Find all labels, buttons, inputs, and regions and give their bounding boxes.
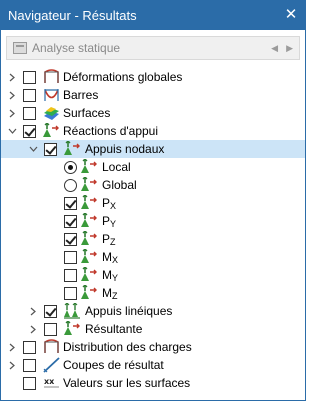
tree-item-deformations[interactable]: Déformations globales [1, 68, 305, 86]
tree-item-label: Déformations globales [63, 70, 183, 84]
checkbox[interactable] [44, 323, 57, 336]
tree-item-label: MY [102, 268, 119, 283]
tree-item-local[interactable]: Local [1, 158, 305, 176]
tree-item-label: Surfaces [63, 106, 111, 120]
tree-item-valeurs[interactable]: xx Valeurs sur les surfaces [1, 374, 305, 392]
expand-arrow-icon[interactable] [7, 86, 17, 104]
tree-item-py[interactable]: PY [1, 212, 305, 230]
window-title: Navigateur - Résultats [8, 8, 137, 23]
title-bar: Navigateur - Résultats ✕ [1, 1, 305, 30]
surfaces-icon [43, 105, 60, 121]
tree-item-my[interactable]: MY [1, 266, 305, 284]
local-axes-icon [81, 159, 98, 175]
checkbox[interactable] [23, 89, 36, 102]
tree-item-label: Valeurs sur les surfaces [63, 376, 191, 390]
result-section-icon [43, 357, 60, 373]
checkbox[interactable] [23, 359, 36, 372]
next-arrow-icon[interactable]: ▶ [286, 43, 293, 54]
checkbox[interactable] [23, 71, 36, 84]
tree-item-label: Résultante [85, 322, 143, 336]
tree-item-pz[interactable]: PZ [1, 230, 305, 248]
tree-item-label: PZ [102, 232, 116, 247]
tree-item-label: Distribution des charges [63, 340, 192, 354]
previous-arrow-icon[interactable]: ◀ [271, 43, 278, 54]
force-z-icon [81, 231, 98, 247]
analysis-type-select[interactable]: Analyse statique ◀ ▶ [6, 36, 300, 60]
collapse-arrow-icon[interactable] [28, 140, 38, 158]
expand-arrow-icon[interactable] [28, 302, 38, 320]
expand-arrow-icon[interactable] [7, 104, 17, 122]
tree-item-label: Local [102, 160, 131, 174]
force-y-icon [81, 213, 98, 229]
analysis-type-value: Analyse statique [32, 41, 121, 55]
tree-item-appuis-nodaux[interactable]: Appuis nodaux [1, 140, 305, 158]
surface-values-icon: xx [43, 375, 60, 391]
analysis-icon [13, 42, 27, 54]
checkbox[interactable] [64, 287, 77, 300]
tree-item-label: Barres [63, 88, 99, 102]
support-reaction-icon [43, 123, 60, 139]
moment-y-icon [81, 267, 98, 283]
tree-item-label: Coupes de résultat [63, 358, 164, 372]
checkbox[interactable] [23, 377, 36, 390]
expand-arrow-icon[interactable] [28, 320, 38, 338]
checkbox[interactable] [64, 269, 77, 282]
tree-item-label: PX [102, 196, 117, 211]
checkbox[interactable] [44, 143, 57, 156]
tree-item-surfaces[interactable]: Surfaces [1, 104, 305, 122]
close-icon[interactable]: ✕ [281, 5, 301, 25]
tree-item-label: Global [102, 178, 137, 192]
load-distribution-icon [43, 339, 60, 355]
global-deformation-icon [43, 69, 60, 85]
checkbox[interactable] [44, 305, 57, 318]
tree-item-reactions[interactable]: Réactions d'appui [1, 122, 305, 140]
expand-arrow-icon[interactable] [7, 338, 17, 356]
moment-x-icon [81, 249, 98, 265]
svg-text:xx: xx [44, 377, 55, 386]
collapse-arrow-icon[interactable] [7, 122, 17, 140]
checkbox[interactable] [64, 215, 77, 228]
expand-arrow-icon[interactable] [7, 356, 17, 374]
tree-item-px[interactable]: PX [1, 194, 305, 212]
expand-arrow-icon[interactable] [7, 68, 17, 86]
tree-item-label: Réactions d'appui [63, 124, 159, 138]
tree-item-label: MZ [102, 286, 118, 301]
results-navigator-window: Navigateur - Résultats ✕ Analyse statiqu… [0, 0, 306, 401]
tree-item-resultante[interactable]: Résultante [1, 320, 305, 338]
radio-button[interactable] [64, 161, 77, 174]
force-x-icon [81, 195, 98, 211]
checkbox[interactable] [64, 233, 77, 246]
resultant-icon [64, 321, 81, 337]
tree-item-label: MX [102, 250, 119, 265]
checkbox[interactable] [23, 125, 36, 138]
tree-item-appuis-lineiques[interactable]: Appuis linéiques [1, 302, 305, 320]
tree-item-label: Appuis linéiques [85, 304, 173, 318]
line-support-icon [64, 303, 81, 319]
nodal-support-icon [64, 141, 81, 157]
checkbox[interactable] [23, 107, 36, 120]
checkbox[interactable] [23, 341, 36, 354]
tree-item-global[interactable]: Global [1, 176, 305, 194]
members-icon [43, 87, 60, 103]
checkbox[interactable] [64, 251, 77, 264]
radio-button[interactable] [64, 179, 77, 192]
tree-item-distribution[interactable]: Distribution des charges [1, 338, 305, 356]
moment-z-icon [81, 285, 98, 301]
tree-item-label: Appuis nodaux [85, 142, 165, 156]
tree-item-mz[interactable]: MZ [1, 284, 305, 302]
tree-item-coupes[interactable]: Coupes de résultat [1, 356, 305, 374]
tree-item-barres[interactable]: Barres [1, 86, 305, 104]
tree-item-mx[interactable]: MX [1, 248, 305, 266]
global-axes-icon [81, 177, 98, 193]
tree-item-label: PY [102, 214, 117, 229]
checkbox[interactable] [64, 197, 77, 210]
